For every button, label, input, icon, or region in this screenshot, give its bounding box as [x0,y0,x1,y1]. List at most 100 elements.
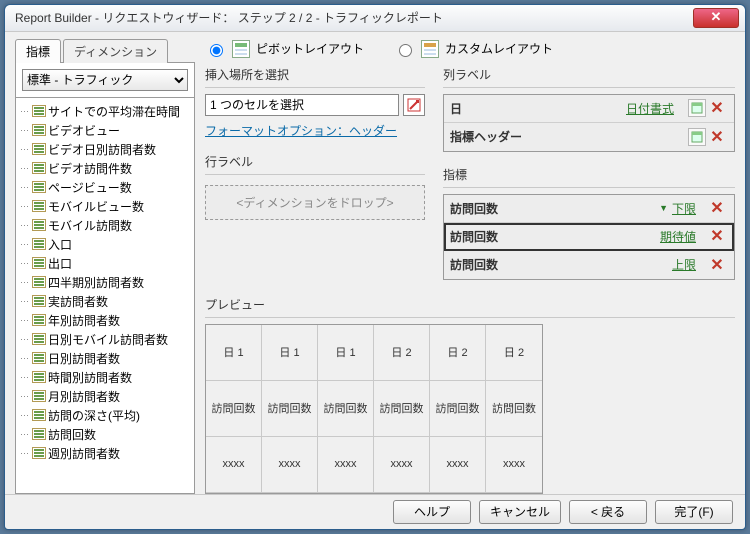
collabel-name: 日 [450,100,626,117]
preview-cell: 訪問回数 [486,381,542,437]
tree-item[interactable]: ⋯モバイルビュー数 [18,197,192,216]
tree-item[interactable]: ⋯出口 [18,254,192,273]
collabel-name: 指標ヘッダー [450,128,674,145]
collabel-row-date[interactable]: 日 日付書式 ✕ [444,95,734,123]
metrics-tree[interactable]: ⋯サイトでの平均滞在時間⋯ビデオビュー⋯ビデオ日別訪問者数⋯ビデオ訪問件数⋯ペー… [15,98,195,494]
metric-doc-icon [32,143,46,155]
collabel-delete-icon[interactable]: ✕ [706,127,728,147]
tree-item[interactable]: ⋯四半期別訪問者数 [18,273,192,292]
metric-doc-icon [32,409,46,421]
metric-option-link[interactable]: 下限 [672,200,696,217]
tree-item-label: 訪問回数 [48,426,96,443]
help-button[interactable]: ヘルプ [393,500,471,524]
insert-cell-input[interactable] [205,94,399,116]
rowlabel-group-label: 行ラベル [205,153,425,170]
tree-expand-icon: ⋯ [20,353,32,364]
tree-item[interactable]: ⋯訪問回数 [18,425,192,444]
metric-doc-icon [32,390,46,402]
metric-row[interactable]: 訪問回数▼下限✕ [444,195,734,223]
cancel-button[interactable]: キャンセル [479,500,561,524]
tree-item-label: 週別訪問者数 [48,445,120,462]
left-tabs: 指標 ディメンション [15,39,195,63]
category-dropdown[interactable]: 標準 - トラフィック [22,69,188,91]
preview-cell: xxxx [318,437,374,493]
right-panel: ピボットレイアウト カスタムレイアウト 挿入場所を選択 フォーマット [205,38,735,494]
tree-expand-icon: ⋯ [20,125,32,136]
date-format-link[interactable]: 日付書式 [626,100,674,117]
tree-item[interactable]: ⋯時間別訪問者数 [18,368,192,387]
tree-item[interactable]: ⋯日別訪問者数 [18,349,192,368]
collabel-row-metric-header[interactable]: 指標ヘッダー ✕ [444,123,734,151]
preview-cell: 日 1 [262,325,318,381]
tree-item[interactable]: ⋯ビデオ日別訪問者数 [18,140,192,159]
custom-layout-label: カスタムレイアウト [445,40,553,57]
metric-doc-icon [32,257,46,269]
metric-doc-icon [32,314,46,326]
top-section: 挿入場所を選択 フォーマットオプション：ヘッダー 行ラベル <ディメンションをド… [205,66,735,280]
insert-column: 挿入場所を選択 フォーマットオプション：ヘッダー 行ラベル <ディメンションをド… [205,66,425,280]
tree-item[interactable]: ⋯ 入口 [18,235,192,254]
format-options-link[interactable]: フォーマットオプション：ヘッダー [205,122,425,139]
tree-item-label: 時間別訪問者数 [48,369,132,386]
tree-item[interactable]: ⋯実訪問者数 [18,292,192,311]
metric-doc-icon [32,447,46,459]
tree-expand-icon: ⋯ [20,258,32,269]
dimension-dropzone[interactable]: <ディメンションをドロップ> [205,185,425,220]
tree-item[interactable]: ⋯モバイル訪問数 [18,216,192,235]
metric-delete-icon[interactable]: ✕ [706,198,728,218]
metric-row[interactable]: 訪問回数期待値✕ [444,223,734,251]
metric-doc-icon [32,333,46,345]
collabel-delete-icon[interactable]: ✕ [706,98,728,118]
metric-option-link[interactable]: 上限 [672,256,696,273]
preview-cell: 訪問回数 [206,381,262,437]
tab-metrics[interactable]: 指標 [15,39,61,63]
window-close-button[interactable]: ✕ [693,8,739,28]
tree-item-label: ビデオ訪問件数 [48,160,132,177]
tree-item[interactable]: ⋯年別訪問者数 [18,311,192,330]
tree-item[interactable]: ⋯月別訪問者数 [18,387,192,406]
dropdown-triangle-icon[interactable]: ▼ [659,203,668,213]
metric-doc-icon [32,295,46,307]
back-button[interactable]: < 戻る [569,500,647,524]
radio-pivot-layout[interactable] [210,44,223,57]
titlebar: Report Builder - リクエストウィザード： ステップ 2 / 2 … [5,5,745,32]
finish-button[interactable]: 完了(F) [655,500,733,524]
radio-custom-layout[interactable] [399,44,412,57]
left-panel: 指標 ディメンション 標準 - トラフィック ⋯サイトでの平均滞在時間 ⋯ ビデオビ… [15,38,195,494]
tree-item[interactable]: ⋯訪問の深さ(平均) [18,406,192,425]
tree-item-label: 年別訪問者数 [48,312,120,329]
metric-doc-icon [32,428,46,440]
cell-picker-button[interactable] [403,94,425,116]
tree-item-label: 実訪問者数 [48,293,108,310]
tree-expand-icon: ⋯ [20,239,32,250]
metric-delete-icon[interactable]: ✕ [706,255,728,275]
metric-row[interactable]: 訪問回数上限✕ [444,251,734,279]
metric-doc-icon [32,124,46,136]
window-title: Report Builder - リクエストウィザード： ステップ 2 / 2 … [15,9,443,26]
tree-item-label: 日別モバイル訪問者数 [48,331,168,348]
preview-cell: 訪問回数 [318,381,374,437]
metric-doc-icon [32,219,46,231]
tree-expand-icon: ⋯ [20,334,32,345]
layout-row: ピボットレイアウト カスタムレイアウト [205,38,735,66]
tree-item[interactable]: ⋯ 日別モバイル訪問者数 [18,330,192,349]
tree-item-label: ビデオビュー [48,122,120,139]
tree-item[interactable]: ⋯ページビュー数 [18,178,192,197]
metric-delete-icon[interactable]: ✕ [706,226,728,246]
collabel-options-icon[interactable] [688,99,706,117]
tree-item[interactable]: ⋯ビデオ訪問件数 [18,159,192,178]
tree-item-label: 入口 [48,236,72,253]
tab-dimensions[interactable]: ディメンション [63,39,168,63]
preview-cell: 訪問回数 [262,381,318,437]
dialog-footer: ヘルプ キャンセル < 戻る 完了(F) [5,494,745,529]
dialog-window: Report Builder - リクエストウィザード： ステップ 2 / 2 … [4,4,746,530]
tree-item[interactable]: ⋯週別訪問者数 [18,444,192,463]
tree-item[interactable]: ⋯サイトでの平均滞在時間 [18,102,192,121]
preview-cell: 訪問回数 [374,381,430,437]
metric-option-link[interactable]: 期待値 [660,228,696,245]
collabel-options-icon[interactable] [688,128,706,146]
preview-group-label: プレビュー [205,296,735,313]
metric-doc-icon [32,352,46,364]
preview-cell: 訪問回数 [430,381,486,437]
tree-item[interactable]: ⋯ ビデオビュー [18,121,192,140]
